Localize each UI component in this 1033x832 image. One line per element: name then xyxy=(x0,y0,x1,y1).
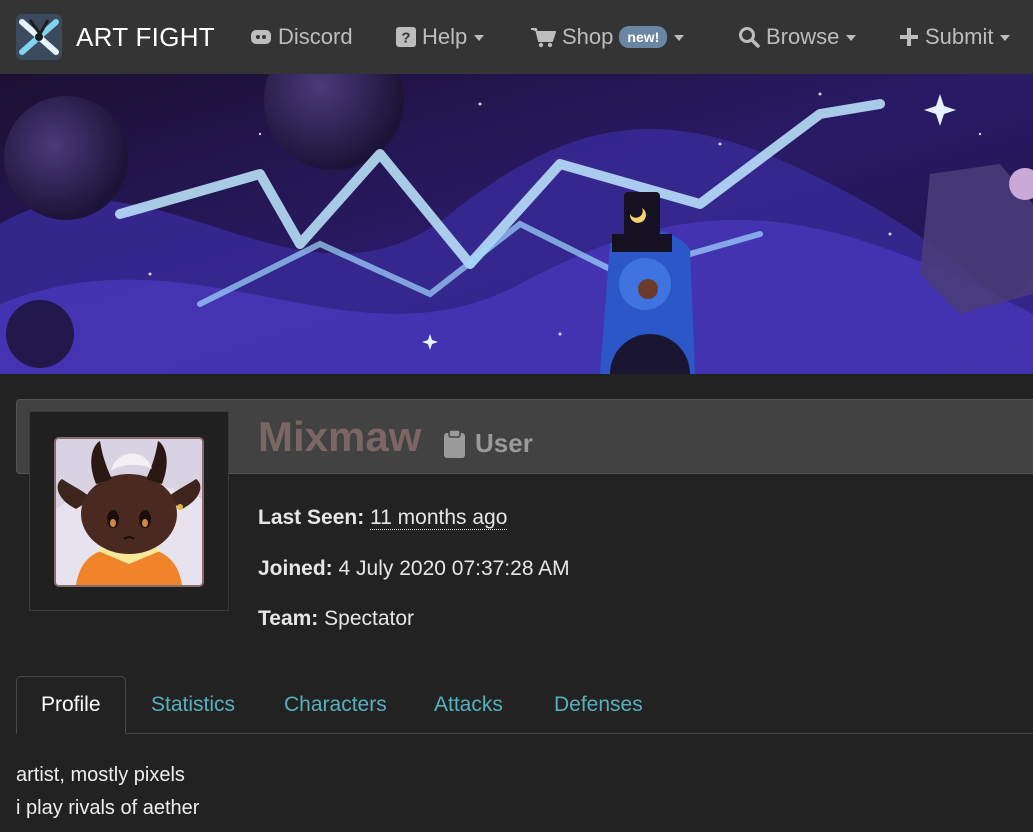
nav-browse-dropdown[interactable]: Browse xyxy=(738,0,857,74)
joined-label: Joined: xyxy=(258,557,333,580)
last-seen-row: Last Seen: 11 months ago xyxy=(258,506,508,530)
nav-discord-link[interactable]: Discord xyxy=(250,0,353,74)
avatar-frame xyxy=(29,411,229,611)
avatar-image xyxy=(56,439,202,585)
avatar[interactable] xyxy=(54,437,204,587)
cart-icon xyxy=(531,27,556,47)
profile-bio-line: i play rivals of aether xyxy=(16,797,200,819)
user-role-label: User xyxy=(475,428,533,458)
nav-help-label: Help xyxy=(422,24,468,49)
chevron-down-icon xyxy=(846,35,857,41)
joined-row: Joined: 4 July 2020 07:37:28 AM xyxy=(258,557,570,581)
plus-icon xyxy=(900,28,918,46)
top-navbar: ART FIGHT Discord ? Help Shop new! Brows… xyxy=(0,0,1033,74)
discord-icon xyxy=(251,30,271,44)
tab-attacks[interactable]: Attacks xyxy=(434,676,503,734)
profile-username: Mixmaw xyxy=(258,413,422,460)
chevron-down-icon xyxy=(1000,35,1011,41)
nav-browse-label: Browse xyxy=(766,24,840,49)
chevron-down-icon xyxy=(674,35,685,41)
tab-profile[interactable]: Profile xyxy=(16,676,126,734)
nav-discord-label: Discord xyxy=(278,24,353,49)
tab-defenses[interactable]: Defenses xyxy=(554,676,643,734)
clipboard-icon xyxy=(444,429,465,458)
brand-text: ART FIGHT xyxy=(76,21,215,52)
chevron-down-icon xyxy=(474,35,485,41)
profile-banner xyxy=(0,74,1033,374)
profile-bio-line: artist, mostly pixels xyxy=(16,764,185,786)
team-label: Team: xyxy=(258,607,319,630)
tab-statistics[interactable]: Statistics xyxy=(151,676,235,734)
nav-help-dropdown[interactable]: ? Help xyxy=(396,0,485,74)
last-seen-label: Last Seen: xyxy=(258,506,365,529)
joined-value: 4 July 2020 07:37:28 AM xyxy=(338,557,570,580)
question-icon: ? xyxy=(396,27,416,47)
nav-shop-dropdown[interactable]: Shop new! xyxy=(531,0,685,74)
nav-submit-dropdown[interactable]: Submit xyxy=(899,0,1011,74)
search-icon xyxy=(739,27,760,48)
art-fight-logo-icon xyxy=(16,14,62,60)
user-role: User xyxy=(444,428,533,459)
nav-shop-label: Shop xyxy=(562,24,614,49)
nav-submit-label: Submit xyxy=(925,24,994,49)
team-row: Team: Spectator xyxy=(258,607,414,631)
brand-link[interactable]: ART FIGHT xyxy=(16,14,215,60)
tab-characters[interactable]: Characters xyxy=(284,676,387,734)
team-value: Spectator xyxy=(324,607,415,630)
svg-text:?: ? xyxy=(401,30,410,47)
banner-artwork xyxy=(0,74,1033,374)
last-seen-value: 11 months ago xyxy=(370,506,508,530)
new-badge: new! xyxy=(619,26,668,48)
